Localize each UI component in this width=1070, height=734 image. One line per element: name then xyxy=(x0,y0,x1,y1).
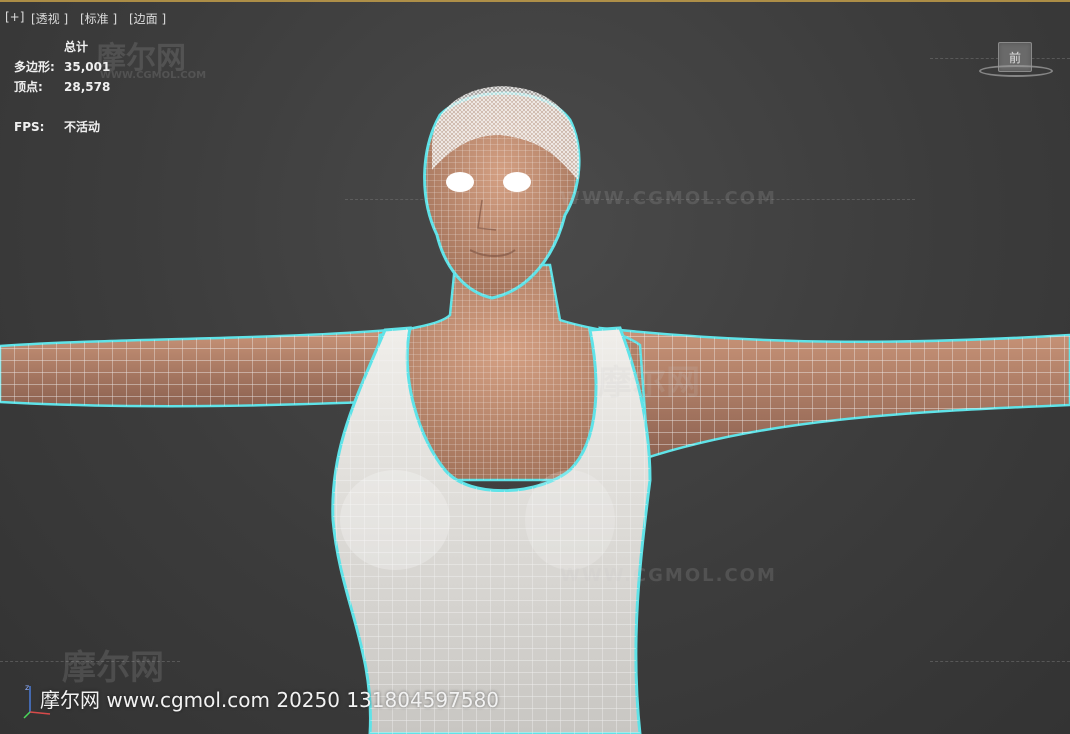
stats-header: 总计 xyxy=(64,40,89,54)
viewcube-compass-ring[interactable] xyxy=(979,65,1053,77)
perspective-viewport[interactable]: [+] [透视 ] [标准 ] [边面 ] 摩尔网 WWW.CGMOL.COM … xyxy=(0,0,1070,734)
polygons-label: 多边形: xyxy=(14,60,55,74)
statistics-overlay: 总计 多边形: 35,001 顶点: 28,578 FPS: 不活动 xyxy=(14,37,110,137)
polygons-value: 35,001 xyxy=(64,60,111,74)
fps-label: FPS: xyxy=(14,120,45,134)
watermark-url: WWW.CGMOL.COM xyxy=(100,70,207,81)
vertices-label: 顶点: xyxy=(14,80,43,94)
character-mesh[interactable] xyxy=(0,0,1070,734)
head xyxy=(423,86,581,300)
footer-watermark-text: 摩尔网 www.cgmol.com 20250 131804597580 xyxy=(40,688,500,712)
watermark-logo: 摩尔网 xyxy=(62,648,164,688)
watermark-url: WWW.CGMOL.COM xyxy=(560,565,777,586)
vertices-value: 28,578 xyxy=(64,80,111,94)
svg-text:z: z xyxy=(25,683,29,692)
watermark-url: WWW.CGMOL.COM xyxy=(560,188,777,209)
watermark-logo: 摩尔网 xyxy=(598,363,700,403)
fps-value: 不活动 xyxy=(64,120,101,134)
